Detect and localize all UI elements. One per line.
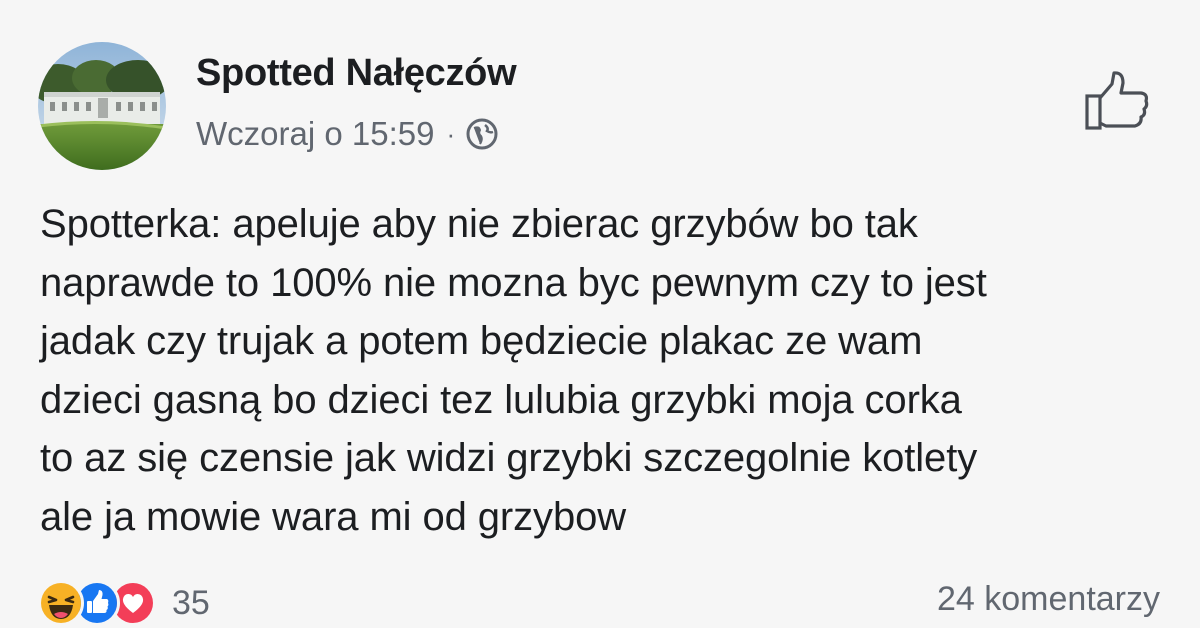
post-timestamp[interactable]: Wczoraj o 15:59	[196, 115, 434, 153]
reactions-summary[interactable]: 35	[38, 578, 210, 628]
facebook-post: Spotted Nałęczów Wczoraj o 15:59 · Spott…	[0, 0, 1200, 627]
post-text-line: jadak czy trujak a potem będziecie plaka…	[40, 319, 923, 363]
page-name-link[interactable]: Spotted Nałęczów	[196, 52, 517, 95]
globe-icon[interactable]	[465, 117, 499, 151]
reaction-count: 35	[172, 583, 210, 622]
post-text-line: ale ja mowie wara mi od grzybow	[40, 494, 627, 539]
meta-separator: ·	[446, 118, 456, 149]
page-avatar[interactable]	[38, 42, 166, 170]
post-text: Spotterka: apeluje aby nie zbierac grzyb…	[40, 195, 1180, 546]
thumbs-up-icon[interactable]	[1082, 68, 1152, 134]
post-text-line: dzieci gasną bo dzieci tez lulubia grzyb…	[40, 377, 962, 422]
post-text-line: to az się czensie jak widzi grzybki szcz…	[40, 436, 978, 480]
post-text-line: Spotterka: apeluje aby nie zbierac grzyb…	[40, 202, 918, 246]
haha-reaction-icon	[38, 580, 84, 626]
post-text-line: naprawde to 100% nie mozna byc pewnym cz…	[40, 260, 987, 305]
post-meta: Wczoraj o 15:59 ·	[196, 112, 499, 156]
comments-count-link[interactable]: 24 komentarzy	[937, 580, 1160, 619]
